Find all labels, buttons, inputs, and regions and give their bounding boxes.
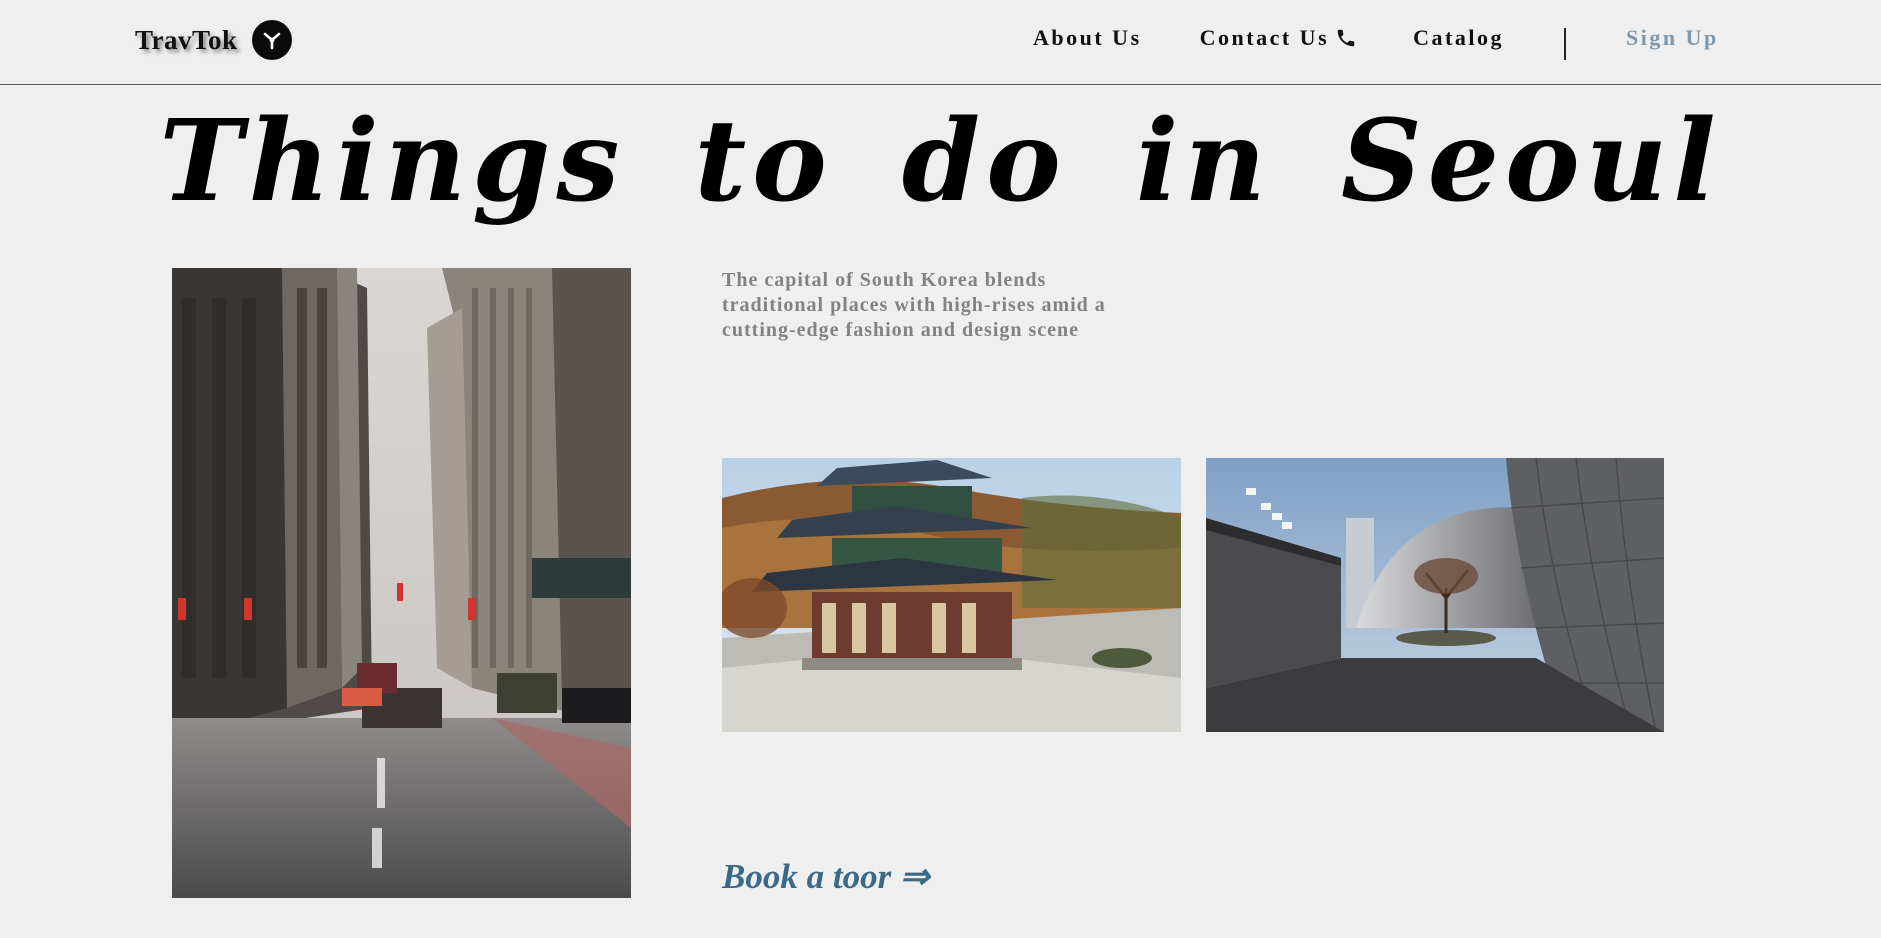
page-title: Things to do in Seoul [159, 96, 1722, 227]
phone-icon [1335, 27, 1357, 49]
nav-contact-label: Contact Us [1199, 25, 1330, 50]
nav-divider [1563, 28, 1566, 60]
temple-photo [722, 458, 1181, 732]
brand-name[interactable]: TravTok [135, 25, 238, 56]
nav-links: About Us Contact Us Catalog Sign Up [1033, 22, 1719, 60]
museum-photo [1206, 458, 1664, 732]
book-tour-link[interactable]: Book a toor ⇒ [722, 857, 929, 897]
brand-logo-icon[interactable] [251, 20, 292, 60]
brand[interactable]: TravTok [135, 20, 292, 60]
nav-catalog[interactable]: Catalog [1413, 25, 1504, 51]
nav-about-us[interactable]: About Us [1033, 25, 1142, 51]
city-street-photo [172, 268, 631, 898]
city-description: The capital of South Korea blends tradit… [722, 269, 1106, 341]
navbar: TravTok About Us Contact Us Catalog Sign… [0, 0, 1881, 85]
nav-contact-us[interactable]: Contact Us [1200, 25, 1358, 51]
nav-sign-up[interactable]: Sign Up [1626, 25, 1719, 51]
